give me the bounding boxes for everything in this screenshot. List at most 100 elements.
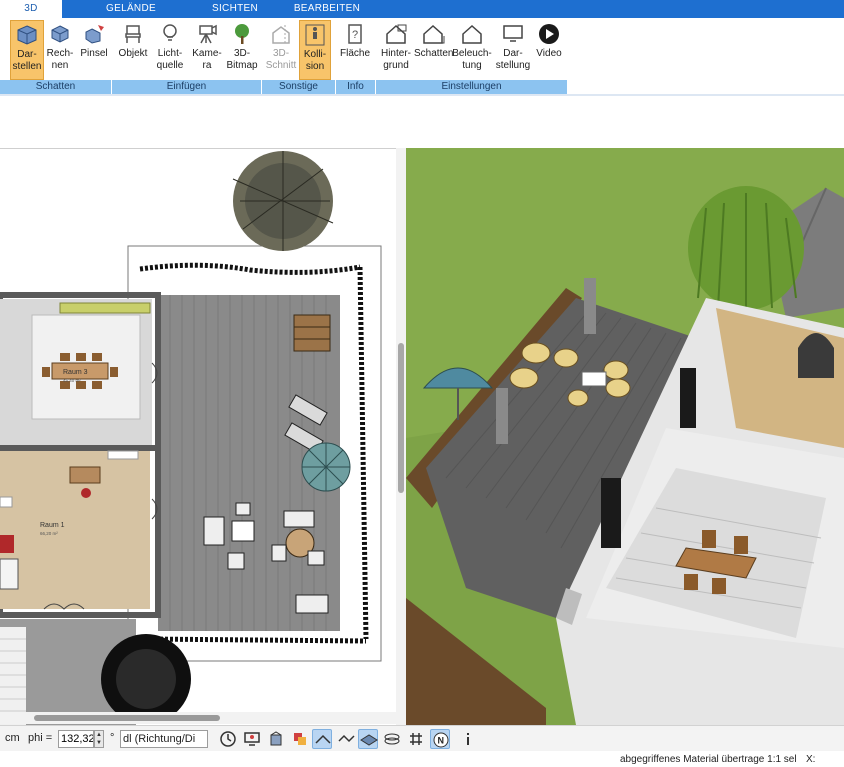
area-info-icon: ? [348, 24, 362, 44]
perspective-3d-view[interactable] [406, 148, 844, 725]
schnitt3d-label: 3D- Schnitt [265, 48, 297, 71]
group-schatten: Schatten [0, 80, 112, 94]
status-message: abgegriffenes Material übertrage 1:1 sel [620, 754, 797, 765]
room3-area: 45,40 m² [63, 378, 81, 383]
kamera-button[interactable]: Kame-ra [190, 20, 224, 80]
screen-button[interactable] [242, 729, 262, 749]
horizontal-scrollbar[interactable] [0, 712, 396, 724]
group-info: Info [336, 80, 376, 94]
beleuchtung-button[interactable]: Beleuch-tung [452, 20, 492, 80]
ribbon-divider [0, 94, 844, 96]
svg-text:?: ? [352, 29, 358, 41]
flaeche-button[interactable]: ? Fläche [338, 20, 372, 80]
tab-3d[interactable]: 3D [0, 0, 62, 18]
room3-name: Raum 3 [63, 369, 88, 376]
vertical-scrollbar[interactable] [396, 148, 406, 725]
rechnen-button[interactable]: Rech-nen [44, 20, 76, 80]
color-swatch-icon [294, 733, 306, 745]
phi-stepper[interactable]: ▲ ▼ [94, 730, 104, 748]
texture-button[interactable] [336, 729, 356, 749]
lichtquelle-label: Licht-quelle [156, 48, 184, 71]
material-button[interactable] [290, 729, 310, 749]
pinsel-button[interactable]: Pinsel [78, 20, 110, 80]
degree-label: ° [110, 732, 115, 744]
direction-select[interactable]: dl (Richtung/Di [120, 730, 208, 748]
schatten-label: Schatten [414, 48, 454, 59]
brush-cube-icon [85, 25, 104, 44]
layers-icon [384, 733, 400, 745]
monitor-icon [244, 732, 260, 746]
video-button[interactable]: Video [534, 20, 564, 80]
app-window: 3D GELÄNDE SICHTEN BEARBEITEN Dar-stelle… [0, 0, 844, 767]
ribbon: Dar-stellen Rech-nen Pinsel Objekt Licht… [0, 18, 844, 80]
group-einfuegen: Einfügen [112, 80, 262, 94]
floorplan-canvas[interactable]: Raum 3 45,40 m² Raum 1 66,20 m² [0, 149, 396, 725]
phi-label: phi = [28, 732, 53, 744]
darstellung-button[interactable]: Dar-stellung [494, 20, 532, 80]
room1-area: 66,20 m² [40, 531, 58, 536]
darstellen-label: Dar-stellen [12, 49, 42, 72]
group-sonstige: Sonstige [262, 80, 336, 94]
texture-icon [338, 734, 355, 743]
clock-button[interactable] [218, 729, 238, 749]
darstellen-button[interactable]: Dar-stellen [10, 20, 44, 80]
svg-text:N: N [438, 736, 445, 746]
phi-input[interactable] [58, 730, 94, 748]
tree-top [232, 151, 334, 251]
house-shadow-icon [423, 24, 445, 44]
paint-button[interactable] [266, 729, 286, 749]
schnitt3d-button[interactable]: 3D- Schnitt [264, 20, 298, 80]
north-compass-icon: N [433, 732, 449, 748]
room1-name: Raum 1 [40, 522, 65, 529]
clock-icon [220, 731, 236, 747]
rechnen-label: Rech-nen [46, 48, 74, 71]
beleuchtung-label: Beleuch-tung [452, 48, 492, 71]
group-einstellungen: Einstellungen [376, 80, 568, 94]
flaeche-label: Fläche [339, 48, 370, 59]
ribbon-group-bar: Schatten Einfügen Sonstige Info Einstell… [0, 80, 568, 94]
darstellung-label: Dar-stellung [495, 48, 531, 71]
plane-icon [360, 734, 378, 746]
objekt-button[interactable]: Objekt [116, 20, 150, 80]
monitor-settings-icon [503, 25, 523, 42]
horizontal-scroll-thumb[interactable] [34, 715, 220, 721]
willow-tree-3d [688, 186, 804, 310]
tab-bearbeiten[interactable]: BEARBEITEN [290, 0, 364, 18]
hintergrund-label: Hinter-grund [380, 48, 411, 71]
lichtquelle-button[interactable]: Licht-quelle [152, 20, 188, 80]
kamera-label: Kame-ra [192, 48, 222, 71]
bitmap3d-button[interactable]: 3D- Bitmap [224, 20, 260, 80]
patio-table-top[interactable] [293, 314, 331, 352]
surface-button[interactable] [312, 729, 332, 749]
kollision-button[interactable]: Kolli-sion [299, 20, 331, 80]
cube-render-icon [17, 25, 37, 45]
video-label: Video [536, 48, 562, 59]
section-cut-icon [272, 25, 290, 44]
person-collision-icon [305, 24, 325, 46]
kollision-label: Kolli-sion [303, 49, 327, 72]
info-button[interactable] [458, 729, 478, 749]
tree-icon [235, 24, 249, 44]
parasol[interactable] [301, 442, 351, 492]
floorplan-2d-view[interactable]: Raum 3 45,40 m² Raum 1 66,20 m² [0, 148, 396, 725]
bottom-toolbar: cm phi = ▲▼ ° dl (Richtung/Di [0, 725, 844, 751]
camera-tripod-icon [199, 24, 217, 44]
layers-button[interactable] [382, 729, 402, 749]
hintergrund-button[interactable]: Hinter-grund [378, 20, 414, 80]
tab-gelaende[interactable]: GELÄNDE [96, 0, 166, 18]
chair-icon [125, 25, 141, 43]
tab-sichten[interactable]: SICHTEN [200, 0, 270, 18]
play-video-icon [539, 24, 559, 44]
info-icon [467, 733, 469, 745]
scene-3d-canvas[interactable] [406, 148, 844, 725]
schatten-button[interactable]: Schatten [414, 20, 454, 80]
pinsel-label: Pinsel [80, 48, 108, 59]
direction-select-value: dl (Richtung/Di [123, 733, 196, 745]
house-lighting-icon [462, 24, 482, 44]
vertical-scroll-thumb[interactable] [398, 343, 404, 493]
lightbulb-icon [163, 24, 177, 41]
grid-button[interactable] [406, 729, 426, 749]
status-bar: abgegriffenes Material übertrage 1:1 sel… [0, 751, 844, 767]
plane-button[interactable] [358, 729, 378, 749]
north-button[interactable]: N [430, 729, 450, 749]
